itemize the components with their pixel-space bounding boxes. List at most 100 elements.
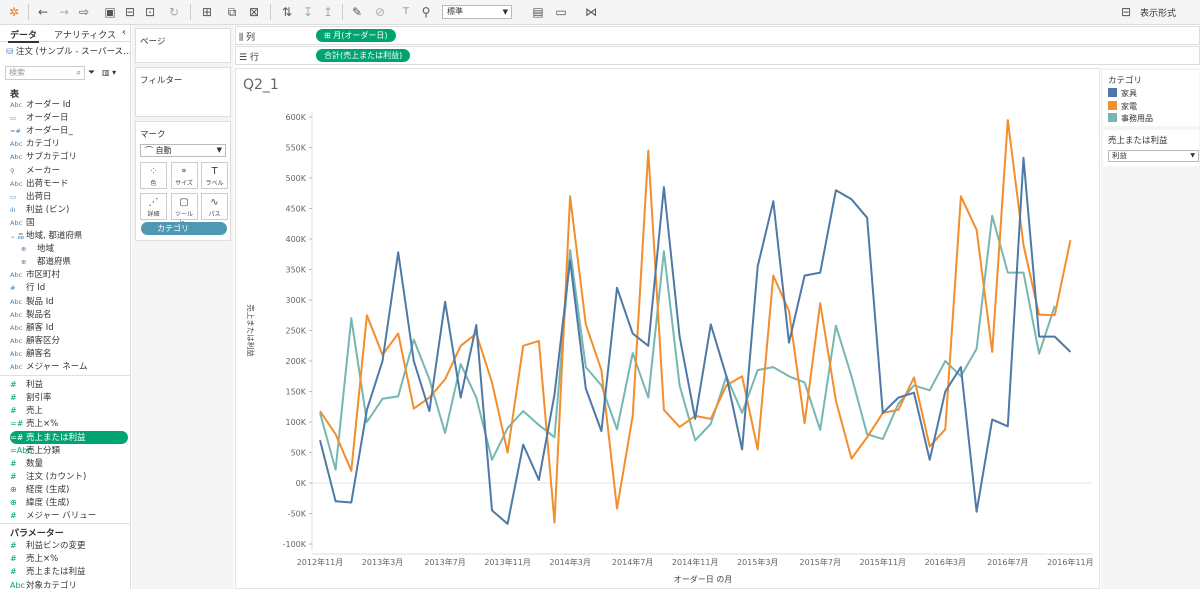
sort-asc-icon[interactable]: ↧	[300, 4, 316, 20]
measure-field[interactable]: # メジャー バリュー	[0, 509, 130, 522]
tab-data[interactable]: データ	[7, 28, 40, 43]
measure-field[interactable]: =Abc売上分類	[0, 444, 130, 457]
pin-icon[interactable]: ⚲	[418, 4, 434, 20]
field-label: カテゴリ	[26, 139, 61, 150]
clear-icon[interactable]: ⊠	[246, 4, 262, 20]
dimension-field[interactable]: # 行 Id	[0, 282, 130, 295]
save-icon[interactable]: ▣	[102, 4, 118, 20]
view-options-icon[interactable]: ▥ ▾	[102, 68, 116, 77]
color-pill-category[interactable]: ⁘ カテゴリ	[140, 222, 227, 235]
dimension-field[interactable]: Abc 顧客名	[0, 348, 130, 361]
dimension-field[interactable]: Abc 製品 Id	[0, 296, 130, 309]
dimension-field[interactable]: ⊕ 都道府県	[0, 256, 130, 269]
field-label: 利益ビンの変更	[26, 541, 86, 552]
line-chart[interactable]: -100K -50K 0K 50K 100K 150K 200K 250K 300K 350K 40…	[236, 69, 1101, 590]
dimension-field[interactable]: Abc 出荷モード	[0, 178, 130, 191]
dimension-field[interactable]: =# オーダー日_	[0, 125, 130, 138]
new-worksheet-icon[interactable]: ⊞	[199, 4, 215, 20]
viz-area[interactable]: Q2_1 -100K -50K 0K 50K 100K 150K 200K 250K 300K 3…	[235, 68, 1100, 589]
size-button[interactable]: ⚬ サイズ	[170, 162, 198, 189]
filters-card[interactable]: フィルター	[135, 67, 231, 117]
measure-field[interactable]: # 割引率	[0, 391, 130, 404]
sort-desc-icon[interactable]: ↥	[320, 4, 336, 20]
undo-icon[interactable]: ←	[35, 4, 51, 20]
measure-field[interactable]: ⊕ 緯度 (生成)	[0, 496, 130, 509]
series-line-1[interactable]	[319, 156, 1072, 525]
columns-pill[interactable]: ⊞ 月(オーダー日)	[316, 29, 396, 42]
filter-icon[interactable]: ⏷	[88, 68, 95, 78]
y-tick-label: -100K	[283, 540, 307, 549]
label-button[interactable]: T ラベル	[201, 162, 228, 189]
show-cards-icon[interactable]: ▤	[530, 4, 546, 20]
show-me-icon[interactable]: ⊟	[1118, 4, 1134, 20]
dimension-field[interactable]: Abc メジャー ネーム	[0, 361, 130, 374]
dimension-field[interactable]: Abc 市区町村	[0, 269, 130, 282]
dimension-field[interactable]: ılı 利益 (ビン)	[0, 204, 130, 217]
show-me-label[interactable]: 表示形式	[1140, 6, 1176, 19]
tableau-logo-icon[interactable]: ✲	[6, 4, 22, 20]
legend-item[interactable]: 事務用品	[1108, 113, 1153, 124]
dimension-field[interactable]: ⚲ メーカー	[0, 165, 130, 178]
legend-item[interactable]: 家電	[1108, 100, 1137, 112]
fit-select[interactable]: 標準 ▼	[442, 5, 512, 19]
mark-type-select[interactable]: ⌒ 自動 ▼	[140, 144, 226, 157]
swap-icon[interactable]: ⇅	[279, 4, 295, 20]
measure-field[interactable]: # 利益	[0, 378, 130, 391]
pause-icon[interactable]: ⊡	[142, 4, 158, 20]
dimension-field[interactable]: Abc 顧客区分	[0, 335, 130, 348]
field-type-icon: =#	[10, 432, 24, 442]
measure-field[interactable]: # 数量	[0, 457, 130, 470]
refresh-icon[interactable]: ↻	[166, 4, 182, 20]
dimension-field[interactable]: ▭ オーダー日	[0, 112, 130, 125]
tab-analytics[interactable]: アナリティクス	[54, 28, 116, 41]
dimension-field[interactable]: Abc オーダー Id	[0, 99, 130, 112]
rows-shelf[interactable]: ☰ 行 合計(売上または利益)	[235, 46, 1200, 65]
measure-field[interactable]: =# 売上×%	[0, 417, 130, 430]
measure-field[interactable]: Abc対象カテゴリ	[0, 579, 130, 590]
series-line-2[interactable]	[319, 119, 1072, 524]
share-icon[interactable]: ⋈	[583, 4, 599, 20]
rows-pill[interactable]: 合計(売上または利益)	[316, 49, 411, 62]
columns-shelf[interactable]: ⫼ 列 ⊞ 月(オーダー日)	[235, 26, 1200, 45]
measure-field[interactable]: ⊕ 経度 (生成)	[0, 483, 130, 496]
duplicate-icon[interactable]: ⧉	[224, 4, 240, 20]
field-type-icon: ⊕	[21, 258, 27, 267]
pages-card[interactable]: ページ	[135, 28, 231, 63]
dimension-field[interactable]: ▭ 出荷日	[0, 191, 130, 204]
datasource-name[interactable]: ⛁ 注文 (サンプル - スーパース…	[6, 45, 130, 57]
field-type-icon: #	[10, 567, 17, 577]
presentation-icon[interactable]: ▭	[553, 4, 569, 20]
measure-field[interactable]: # 売上または利益	[0, 565, 130, 578]
dimension-field[interactable]: ⊕ 地域	[0, 243, 130, 256]
dimension-field[interactable]: ⌄ 品地域, 都道府県	[0, 230, 130, 243]
mark-type-value: 自動	[155, 146, 172, 155]
new-datasource-icon[interactable]: ⊟	[122, 4, 138, 20]
replay-icon[interactable]: ⇨	[76, 4, 92, 20]
measure-field[interactable]: # 売上	[0, 404, 130, 417]
path-button[interactable]: ∿ パス	[201, 193, 228, 220]
group-icon[interactable]: ⊘	[372, 4, 388, 20]
measure-field[interactable]: =# 売上または利益	[10, 430, 128, 444]
field-label: 注文 (カウント)	[26, 471, 87, 482]
legend-item[interactable]: 家具	[1108, 88, 1137, 99]
field-search-input[interactable]: 検索 ⌕	[5, 66, 85, 80]
dimension-field[interactable]: Abc 国	[0, 217, 130, 230]
dimension-field[interactable]: Abc サブカテゴリ	[0, 151, 130, 164]
redo-icon[interactable]: →	[56, 4, 72, 20]
tooltip-button[interactable]: ▢ツールヒ..	[170, 193, 198, 227]
detail-button[interactable]: ⋰ 詳細	[140, 193, 167, 220]
show-labels-icon[interactable]: ⊤	[398, 4, 414, 20]
dimension-field[interactable]: Abc 製品名	[0, 309, 130, 322]
highlight-icon[interactable]: ✎	[349, 4, 365, 20]
parameter-select[interactable]: 利益 ▼	[1108, 150, 1199, 162]
dimension-field[interactable]: Abc 顧客 Id	[0, 322, 130, 335]
measure-field[interactable]: # 利益ビンの変更	[0, 539, 130, 552]
fit-select-value: 標準	[447, 7, 463, 16]
collapse-pane-icon[interactable]: ‹	[122, 27, 126, 38]
parameter-control: 売上または利益 利益 ▼	[1103, 130, 1199, 166]
divider	[0, 523, 130, 525]
measure-field[interactable]: # 売上×%	[0, 552, 130, 565]
dimension-field[interactable]: Abc カテゴリ	[0, 138, 130, 151]
color-button[interactable]: ⁘ 色	[140, 162, 167, 189]
measure-field[interactable]: # 注文 (カウント)	[0, 470, 130, 483]
